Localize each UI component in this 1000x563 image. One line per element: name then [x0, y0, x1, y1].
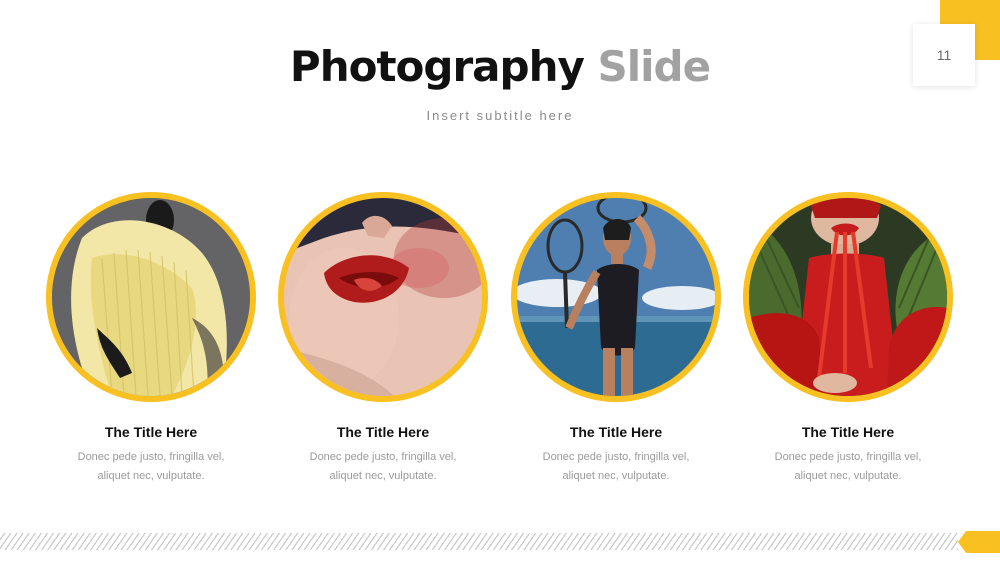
- photo-frame-ring: [511, 192, 721, 402]
- card-description: Donec pede justo, fringilla vel, aliquet…: [511, 448, 721, 486]
- card-text-line: Donec pede justo, fringilla vel,: [77, 451, 225, 463]
- card-description: Donec pede justo, fringilla vel, aliquet…: [46, 448, 256, 486]
- photo-card-1: The Title Here Donec pede justo, fringil…: [46, 192, 256, 486]
- photo-fashion-dress: [52, 198, 250, 396]
- photo-card-2: The Title Here Donec pede justo, fringil…: [278, 192, 488, 486]
- card-text-line: Donec pede justo, fringilla vel,: [542, 451, 690, 463]
- photo-red-lips-image: [284, 198, 482, 396]
- bottom-accent-tab: [958, 531, 1000, 553]
- slide-title: Photography Slide: [0, 42, 1000, 91]
- photo-red-lips: [284, 198, 482, 396]
- photo-tennis-model-image: [517, 198, 715, 396]
- card-text-line: aliquet nec, vulputate.: [97, 470, 205, 482]
- title-main: Photography: [289, 42, 585, 91]
- slide-subtitle: Insert subtitle here: [426, 108, 574, 123]
- photo-card-3: The Title Here Donec pede justo, fringil…: [511, 192, 721, 486]
- card-text-line: Donec pede justo, fringilla vel,: [774, 451, 922, 463]
- card-text-line: aliquet nec, vulputate.: [794, 470, 902, 482]
- card-title: The Title Here: [569, 424, 663, 440]
- card-title: The Title Here: [801, 424, 895, 440]
- photo-card-4: The Title Here Donec pede justo, fringil…: [743, 192, 953, 486]
- card-text-line: aliquet nec, vulputate.: [562, 470, 670, 482]
- card-title: The Title Here: [336, 424, 430, 440]
- card-description: Donec pede justo, fringilla vel, aliquet…: [743, 448, 953, 486]
- photo-red-fashion-image: [749, 198, 947, 396]
- photo-frame-ring: [278, 192, 488, 402]
- bottom-stripe-band: [0, 533, 958, 550]
- card-title: The Title Here: [104, 424, 198, 440]
- photo-fashion-dress-image: [52, 198, 250, 396]
- title-accent: Slide: [597, 42, 711, 91]
- card-text-line: aliquet nec, vulputate.: [329, 470, 437, 482]
- photo-frame-ring: [46, 192, 256, 402]
- photo-tennis-model: [517, 198, 715, 396]
- photo-red-fashion: [749, 198, 947, 396]
- card-text-line: Donec pede justo, fringilla vel,: [309, 451, 457, 463]
- card-description: Donec pede justo, fringilla vel, aliquet…: [278, 448, 488, 486]
- photo-frame-ring: [743, 192, 953, 402]
